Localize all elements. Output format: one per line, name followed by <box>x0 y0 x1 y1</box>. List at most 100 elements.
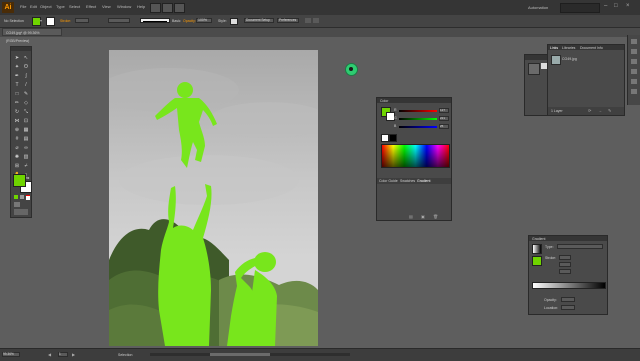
tab-links[interactable]: Links <box>550 46 558 50</box>
slice-tool-icon[interactable]: ⌿ <box>23 163 29 169</box>
previous-artboard-icon[interactable]: ◀ <box>48 352 51 357</box>
dock-color-icon[interactable] <box>631 39 637 44</box>
search-input[interactable] <box>560 3 600 13</box>
rectangle-tool-icon[interactable]: □ <box>14 91 20 97</box>
gradient-location-field[interactable] <box>561 305 575 310</box>
gradient-type-dropdown[interactable] <box>557 244 603 249</box>
opacity-label[interactable]: Opacity: <box>183 19 196 23</box>
fill-dropdown-icon[interactable]: ▾ <box>40 18 42 23</box>
menu-window[interactable]: Window <box>117 4 131 9</box>
curvature-tool-icon[interactable]: ∫ <box>23 73 29 79</box>
channel-b-slider[interactable] <box>399 126 437 128</box>
menu-effect[interactable]: Effect <box>86 4 96 9</box>
gradient-angle-field[interactable] <box>559 262 571 267</box>
link-filename[interactable]: CO49.jpg <box>562 57 577 61</box>
new-swatch-icon[interactable]: ▣ <box>421 214 425 219</box>
zoom-field[interactable]: 99.36% <box>2 352 20 357</box>
pen-tool-icon[interactable]: ✒ <box>14 73 20 79</box>
pencil-tool-icon[interactable]: ✏ <box>14 100 20 106</box>
gradient-panel-title[interactable]: Gradient <box>532 237 545 241</box>
link-thumbnail[interactable] <box>551 55 561 65</box>
gradient-opacity-field[interactable] <box>561 297 575 302</box>
dock-brushes-icon[interactable] <box>631 59 637 64</box>
scrollbar-thumb[interactable] <box>210 353 270 356</box>
edit-original-icon[interactable]: ✎ <box>608 108 611 113</box>
graph-tool-icon[interactable]: ▥ <box>23 154 29 160</box>
color-panel-header[interactable]: Color <box>377 98 451 103</box>
stroke-label[interactable]: Stroke: <box>60 19 71 23</box>
delete-swatch-icon[interactable]: 🗑 <box>433 214 438 219</box>
goto-link-icon[interactable]: → <box>598 108 602 113</box>
stroke-weight-field[interactable] <box>75 18 89 23</box>
lasso-tool-icon[interactable]: ʘ <box>23 64 29 70</box>
channel-r-slider[interactable] <box>399 110 437 112</box>
menu-view[interactable]: View <box>102 4 111 9</box>
eraser-tool-icon[interactable]: ◇ <box>23 100 29 106</box>
stroke-swatch[interactable] <box>46 17 55 26</box>
gradient-mode-icon[interactable] <box>20 195 24 199</box>
type-tool-icon[interactable]: T <box>14 82 20 88</box>
preferences-button[interactable]: Preferences <box>277 18 299 23</box>
document-tab[interactable]: CO49.jpg* @ 99.36% (RGB/Preview) <box>2 28 62 43</box>
tab-color-guide[interactable]: Color Guide <box>379 179 398 183</box>
tab-libraries[interactable]: Libraries <box>562 46 575 50</box>
tab-document-info[interactable]: Document Info <box>580 46 603 50</box>
dock-stroke-icon[interactable] <box>631 79 637 84</box>
document-setup-button[interactable]: Document Setup <box>244 18 274 23</box>
next-artboard-icon[interactable]: ▶ <box>72 352 75 357</box>
swatch-library-icon[interactable]: ▤ <box>409 214 413 219</box>
horizontal-scrollbar[interactable] <box>150 353 350 356</box>
gradient-panel-header[interactable]: Gradient <box>529 236 607 241</box>
gradient-stroke-option[interactable] <box>559 255 571 260</box>
symbol-sprayer-tool-icon[interactable]: ✺ <box>14 154 20 160</box>
screen-mode-icon[interactable] <box>14 209 28 215</box>
gradient-thumbnail[interactable] <box>532 244 542 254</box>
panel-menu-icon[interactable] <box>313 18 319 23</box>
tab-gradient[interactable]: Gradient <box>417 179 430 183</box>
menu-edit[interactable]: Edit <box>30 4 37 9</box>
artboard-image[interactable] <box>109 50 318 346</box>
eyedropper-tool-icon[interactable]: ⌀ <box>14 145 20 151</box>
color-panel-title[interactable]: Color <box>380 99 388 103</box>
shape-builder-tool-icon[interactable]: ⊕ <box>14 127 20 133</box>
channel-g-value[interactable]: 221 <box>439 116 449 121</box>
gradient-tool-icon[interactable]: ▤ <box>23 136 29 142</box>
menu-type[interactable]: Type <box>56 4 65 9</box>
maximize-icon[interactable]: □ <box>614 3 618 9</box>
fill-color-box[interactable] <box>13 174 26 187</box>
relink-icon[interactable]: ⟳ <box>588 108 591 113</box>
gradient-slider[interactable] <box>532 282 606 289</box>
dock-layers-icon[interactable] <box>631 89 637 94</box>
channel-r-value[interactable]: 127 <box>439 108 449 113</box>
style-swatch[interactable] <box>230 18 238 25</box>
variable-width-dropdown[interactable] <box>108 18 130 23</box>
dock-swatches-icon[interactable] <box>631 49 637 54</box>
black-swatch[interactable] <box>389 134 397 142</box>
draw-mode-icon[interactable] <box>14 202 20 207</box>
line-tool-icon[interactable]: / <box>23 82 29 88</box>
white-swatch[interactable] <box>381 134 389 142</box>
artboard-tool-icon[interactable]: ⊞ <box>14 163 20 169</box>
menu-object[interactable]: Object <box>40 4 52 9</box>
mesh-tool-icon[interactable]: # <box>14 136 20 142</box>
none-mode-icon[interactable] <box>26 195 30 200</box>
dock-symbols-icon[interactable] <box>631 69 637 74</box>
gradient-fill-swatch[interactable] <box>532 256 542 266</box>
scale-tool-icon[interactable]: ⤡ <box>23 109 29 115</box>
layer-thumbnail[interactable] <box>528 63 540 75</box>
magic-wand-tool-icon[interactable]: ✦ <box>14 64 20 70</box>
channel-g-slider[interactable] <box>399 118 437 120</box>
gpu-button[interactable] <box>174 3 185 13</box>
gradient-aspect-field[interactable] <box>559 269 571 274</box>
menu-select[interactable]: Select <box>69 4 80 9</box>
arrange-icon[interactable] <box>305 18 311 23</box>
rotate-tool-icon[interactable]: ↻ <box>14 109 20 115</box>
workspace-switcher[interactable]: Automation <box>528 5 548 10</box>
width-tool-icon[interactable]: ⋈ <box>14 118 20 124</box>
tab-swatches[interactable]: Swatches <box>400 179 415 183</box>
channel-b-value[interactable]: 25 <box>439 124 449 129</box>
opacity-field[interactable]: 100% <box>196 18 212 23</box>
color-spectrum[interactable] <box>381 144 450 168</box>
menu-help[interactable]: Help <box>137 4 145 9</box>
minimize-icon[interactable]: – <box>604 3 607 9</box>
